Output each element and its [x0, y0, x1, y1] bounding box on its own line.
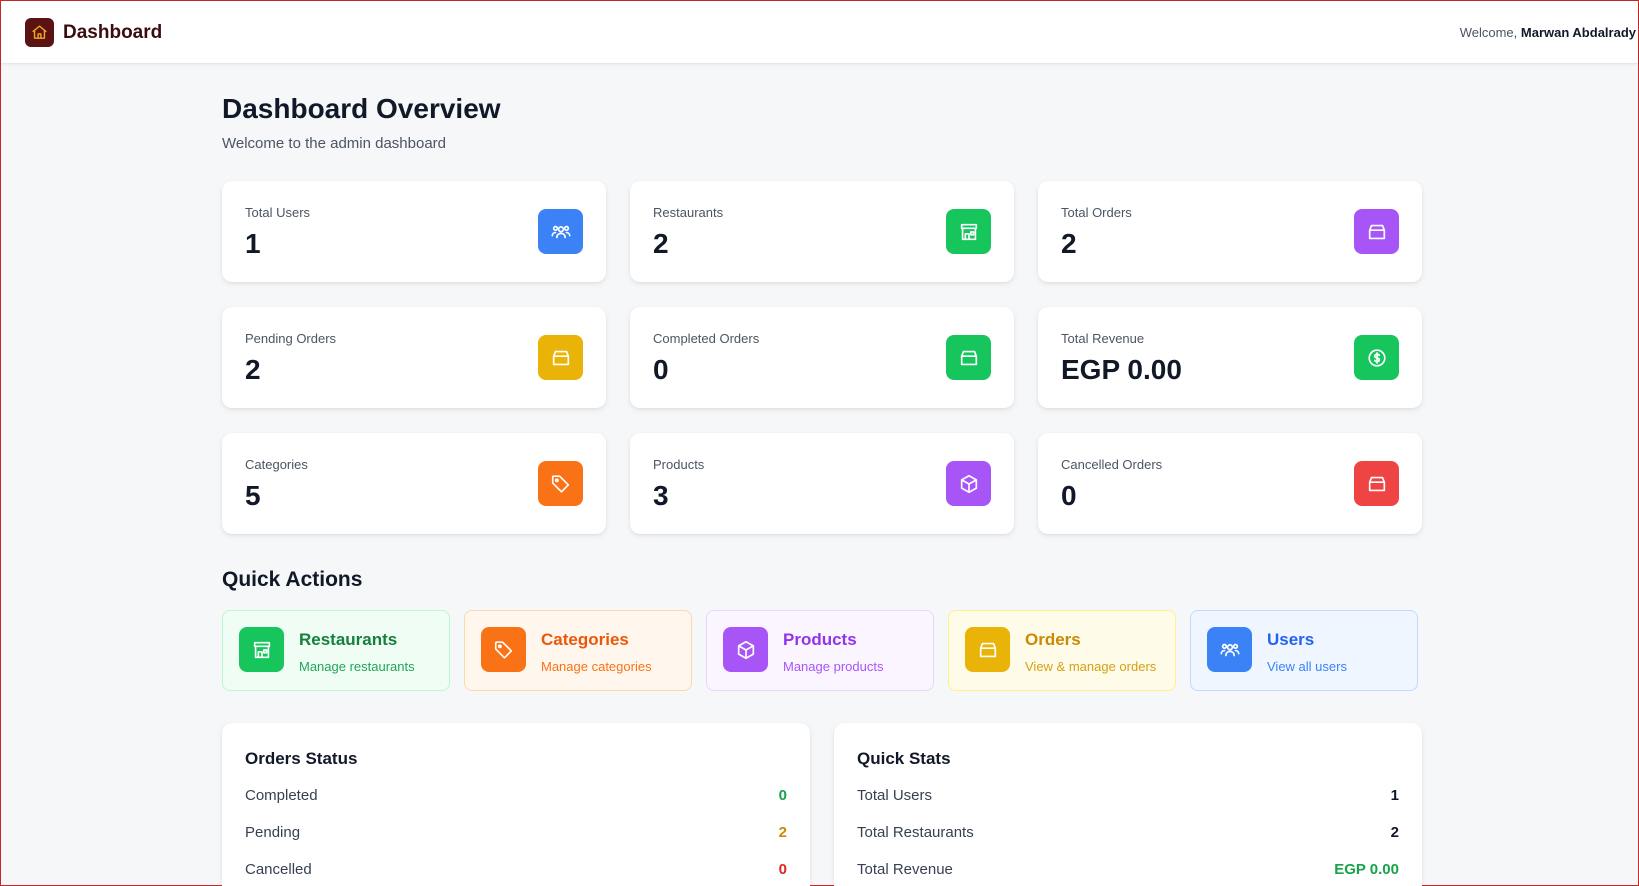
stat-value: 0 [653, 354, 669, 385]
row-value: 0 [778, 861, 787, 878]
stat-card-products: Products 3 [630, 433, 1014, 534]
quick-stats-panel: Quick Stats Total Users 1 Total Restaura… [834, 723, 1422, 886]
bag-icon [946, 335, 991, 380]
stat-card-cancelled-orders: Cancelled Orders 0 [1038, 433, 1422, 534]
stat-value: 3 [653, 480, 669, 511]
store-icon [946, 209, 991, 254]
stat-label: Total Revenue [1061, 331, 1145, 346]
quick-action-desc: View all users [1267, 659, 1347, 674]
quick-action-users[interactable]: Users View all users [1190, 610, 1418, 691]
row-value: 0 [778, 787, 787, 804]
row-value: 2 [778, 824, 787, 841]
brand[interactable]: Dashboard [25, 18, 162, 47]
quick-action-desc: Manage products [783, 659, 884, 674]
tag-icon [481, 627, 526, 672]
bag-icon [538, 335, 583, 380]
row-label: Total Users [857, 787, 933, 804]
status-row-completed: Completed 0 [245, 787, 787, 807]
stat-card-total-orders: Total Orders 2 [1038, 181, 1422, 282]
user-name[interactable]: Marwan Abdalrady [1521, 25, 1636, 40]
bag-icon [1354, 461, 1399, 506]
store-icon [239, 627, 284, 672]
stat-card-restaurants: Restaurants 2 [630, 181, 1014, 282]
quick-action-desc: View & manage orders [1025, 659, 1157, 674]
orders-status-panel: Orders Status Completed 0 Pending 2 Canc… [222, 723, 810, 886]
users-icon [1207, 627, 1252, 672]
stat-value: 2 [1061, 228, 1077, 259]
stat-label: Completed Orders [653, 331, 760, 346]
row-label: Total Restaurants [857, 824, 974, 841]
stat-label: Pending Orders [245, 331, 337, 346]
stat-value: 0 [1061, 480, 1077, 511]
welcome-prefix: Welcome, [1459, 25, 1518, 40]
quick-action-orders[interactable]: Orders View & manage orders [948, 610, 1176, 691]
welcome-text: Welcome, Marwan Abdalrady [1460, 25, 1636, 40]
quick-actions-title: Quick Actions [222, 568, 363, 591]
quick-action-title: Categories [541, 630, 629, 649]
stat-label: Total Users [245, 205, 311, 220]
box-icon [946, 461, 991, 506]
quick-action-categories[interactable]: Categories Manage categories [464, 610, 692, 691]
stat-label: Products [653, 457, 705, 472]
panel-title: Quick Stats [857, 749, 951, 768]
panel-title: Orders Status [245, 749, 358, 768]
stat-label: Total Orders [1061, 205, 1132, 220]
stat-row-total-revenue: Total Revenue EGP 0.00 [857, 861, 1399, 881]
stat-label: Cancelled Orders [1061, 457, 1163, 472]
stat-value: 2 [653, 228, 669, 259]
row-value: EGP 0.00 [1334, 861, 1399, 878]
stat-label: Restaurants [653, 205, 724, 220]
stat-label: Categories [245, 457, 308, 472]
page-title: Dashboard Overview [222, 93, 501, 124]
stat-value: 2 [245, 354, 261, 385]
dollar-icon [1354, 335, 1399, 380]
row-label: Completed [245, 787, 318, 804]
stat-card-categories: Categories 5 [222, 433, 606, 534]
row-label: Cancelled [245, 861, 312, 878]
brand-title: Dashboard [63, 21, 163, 43]
row-label: Pending [245, 824, 301, 841]
stat-card-pending-orders: Pending Orders 2 [222, 307, 606, 408]
row-value: 1 [1390, 787, 1399, 804]
page-subtitle: Welcome to the admin dashboard [222, 135, 447, 152]
bag-icon [965, 627, 1010, 672]
users-icon [538, 209, 583, 254]
stat-value: EGP 0.00 [1061, 354, 1182, 385]
stat-card-total-revenue: Total Revenue EGP 0.00 [1038, 307, 1422, 408]
quick-action-title: Restaurants [299, 630, 398, 649]
quick-action-title: Users [1267, 630, 1315, 649]
quick-action-desc: Manage categories [541, 659, 652, 674]
home-icon [25, 18, 54, 47]
status-row-cancelled: Cancelled 0 [245, 861, 787, 881]
stat-row-total-restaurants: Total Restaurants 2 [857, 824, 1399, 844]
box-icon [723, 627, 768, 672]
quick-action-title: Products [783, 630, 857, 649]
quick-action-desc: Manage restaurants [299, 659, 415, 674]
stat-row-total-users: Total Users 1 [857, 787, 1399, 807]
stat-value: 5 [245, 480, 261, 511]
stat-card-completed-orders: Completed Orders 0 [630, 307, 1014, 408]
tag-icon [538, 461, 583, 506]
bag-icon [1354, 209, 1399, 254]
row-value: 2 [1390, 824, 1399, 841]
quick-action-products[interactable]: Products Manage products [706, 610, 934, 691]
status-row-pending: Pending 2 [245, 824, 787, 844]
quick-action-title: Orders [1025, 630, 1081, 649]
stat-value: 1 [245, 228, 261, 259]
stat-card-total-users: Total Users 1 [222, 181, 606, 282]
quick-action-restaurants[interactable]: Restaurants Manage restaurants [222, 610, 450, 691]
row-label: Total Revenue [857, 861, 953, 878]
top-navbar: Dashboard Welcome, Marwan Abdalrady [1, 1, 1638, 64]
